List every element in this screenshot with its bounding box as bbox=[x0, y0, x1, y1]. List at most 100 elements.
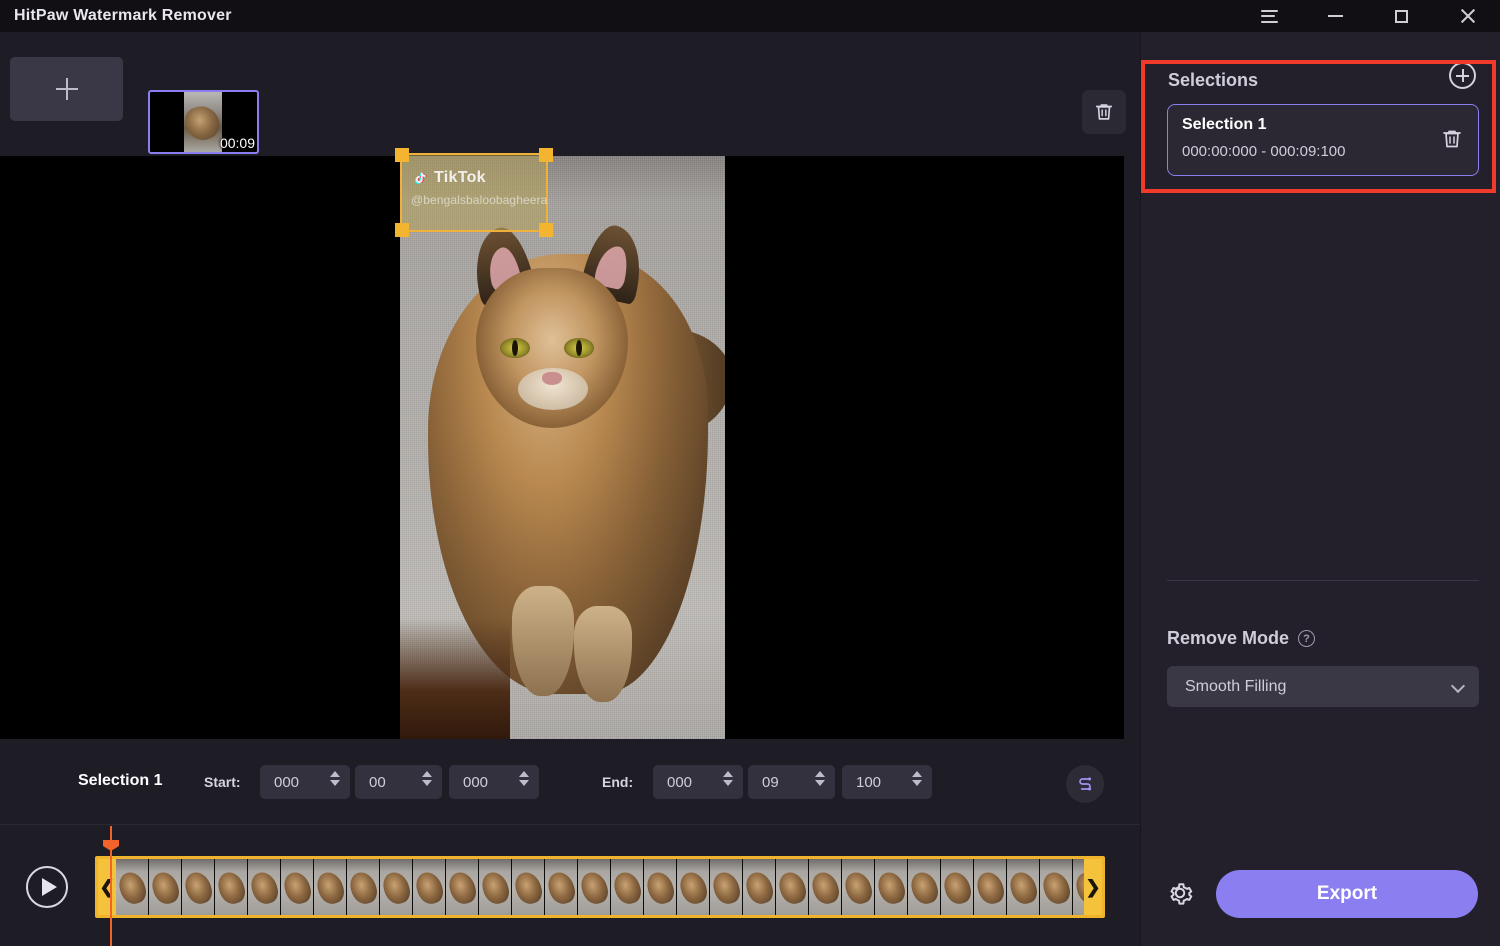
remove-mode-select[interactable]: Smooth Filling bbox=[1167, 666, 1479, 707]
timeline-frame bbox=[776, 859, 809, 915]
timeline-track[interactable]: ❮ ❯ bbox=[95, 856, 1105, 918]
cat-eye-left bbox=[500, 338, 530, 358]
plus-icon bbox=[56, 78, 78, 100]
minimize-button[interactable] bbox=[1302, 0, 1368, 32]
timeline-frame bbox=[710, 859, 743, 915]
selections-title: Selections bbox=[1168, 70, 1258, 91]
resize-handle-top-right[interactable] bbox=[539, 148, 553, 162]
start-minutes-stepper[interactable]: 00 bbox=[355, 765, 442, 799]
plus-icon bbox=[1456, 69, 1469, 82]
selection-controls-bar: Selection 1 Start: End: bbox=[0, 740, 1140, 825]
playhead-knob[interactable] bbox=[103, 840, 119, 851]
end-minutes-stepper[interactable]: 09 bbox=[748, 765, 835, 799]
cat-nose bbox=[542, 372, 562, 385]
timeline-frame bbox=[677, 859, 710, 915]
resize-handle-bottom-left[interactable] bbox=[395, 223, 409, 237]
trim-handle-right[interactable]: ❯ bbox=[1084, 859, 1102, 915]
add-selection-button[interactable] bbox=[1449, 62, 1476, 89]
tiktok-note-icon bbox=[414, 169, 428, 187]
add-clip-button[interactable] bbox=[10, 57, 123, 121]
timeline-frame bbox=[314, 859, 347, 915]
end-ms-value: 100 bbox=[856, 774, 881, 791]
resize-handle-bottom-right[interactable] bbox=[539, 223, 553, 237]
timeline-frame bbox=[347, 859, 380, 915]
remove-mode-label: Remove Mode bbox=[1167, 628, 1289, 649]
end-hours-arrows[interactable] bbox=[723, 771, 733, 786]
panel-divider bbox=[1167, 580, 1479, 581]
title-bar: HitPaw Watermark Remover bbox=[0, 0, 1500, 32]
end-hours-stepper[interactable]: 000 bbox=[653, 765, 743, 799]
timeline-frame bbox=[842, 859, 875, 915]
timeline-frame bbox=[380, 859, 413, 915]
end-minutes-value: 09 bbox=[762, 774, 779, 791]
timeline-frame bbox=[413, 859, 446, 915]
end-time-label: End: bbox=[602, 774, 633, 790]
timeline-frame bbox=[215, 859, 248, 915]
video-preview[interactable] bbox=[0, 156, 1124, 739]
gear-icon bbox=[1165, 878, 1195, 908]
timeline-frame bbox=[644, 859, 677, 915]
tiktok-watermark: TikTok bbox=[414, 169, 486, 187]
menu-icon bbox=[1261, 10, 1278, 23]
clip-thumbnail[interactable]: 00:09 bbox=[148, 90, 259, 154]
start-time-label: Start: bbox=[204, 774, 241, 790]
question-icon[interactable]: ? bbox=[1298, 630, 1315, 647]
end-ms-arrows[interactable] bbox=[912, 771, 922, 786]
end-ms-stepper[interactable]: 100 bbox=[842, 765, 932, 799]
start-ms-arrows[interactable] bbox=[519, 771, 529, 786]
settings-button[interactable] bbox=[1165, 878, 1195, 913]
play-icon bbox=[42, 878, 57, 896]
playhead[interactable] bbox=[110, 826, 112, 946]
start-ms-value: 000 bbox=[463, 774, 488, 791]
loop-playback-button[interactable] bbox=[1066, 765, 1104, 803]
end-hours-value: 000 bbox=[667, 774, 692, 791]
timeline-frame bbox=[248, 859, 281, 915]
timeline-frame bbox=[1073, 859, 1084, 915]
chevron-down-icon bbox=[1451, 679, 1465, 693]
video-floor-shadow bbox=[400, 619, 510, 739]
trash-icon bbox=[1093, 101, 1115, 123]
end-minutes-arrows[interactable] bbox=[815, 771, 825, 786]
start-ms-stepper[interactable]: 000 bbox=[449, 765, 539, 799]
start-minutes-arrows[interactable] bbox=[422, 771, 432, 786]
remove-mode-value: Smooth Filling bbox=[1185, 678, 1286, 696]
start-minutes-value: 00 bbox=[369, 774, 386, 791]
start-hours-arrows[interactable] bbox=[330, 771, 340, 786]
play-button[interactable] bbox=[26, 866, 68, 908]
close-icon bbox=[1459, 8, 1475, 24]
trim-handle-left[interactable]: ❮ bbox=[98, 859, 116, 915]
timeline-frame bbox=[875, 859, 908, 915]
resize-handle-top-left[interactable] bbox=[395, 148, 409, 162]
tiktok-brand-label: TikTok bbox=[434, 169, 486, 187]
maximize-button[interactable] bbox=[1368, 0, 1434, 32]
watermark-selection-box[interactable]: TikTok @bengalsbaloobagheera bbox=[400, 153, 548, 232]
remove-mode-title-row: Remove Mode ? bbox=[1167, 628, 1315, 649]
timeline-frame bbox=[743, 859, 776, 915]
close-button[interactable] bbox=[1434, 0, 1500, 32]
start-hours-value: 000 bbox=[274, 774, 299, 791]
selection-name: Selection 1 bbox=[1182, 116, 1266, 134]
timeline-frame bbox=[512, 859, 545, 915]
loop-icon bbox=[1075, 774, 1095, 794]
timeline-frame bbox=[1007, 859, 1040, 915]
menu-button[interactable] bbox=[1236, 0, 1302, 32]
app-title: HitPaw Watermark Remover bbox=[14, 7, 232, 25]
export-button[interactable]: Export bbox=[1216, 870, 1478, 918]
trash-icon bbox=[1440, 127, 1464, 151]
clip-duration: 00:09 bbox=[217, 135, 257, 152]
timeline-frame bbox=[809, 859, 842, 915]
timeline-frame bbox=[578, 859, 611, 915]
timeline-frame bbox=[545, 859, 578, 915]
timeline-frame bbox=[116, 859, 149, 915]
delete-selection-button[interactable] bbox=[1440, 127, 1464, 156]
timeline-frame bbox=[446, 859, 479, 915]
start-hours-stepper[interactable]: 000 bbox=[260, 765, 350, 799]
timeline-frames[interactable] bbox=[116, 859, 1084, 915]
timeline-bar: ❮ ❯ bbox=[0, 826, 1140, 946]
delete-clip-button[interactable] bbox=[1082, 90, 1126, 134]
selection-list-item[interactable]: Selection 1 000:00:000 - 000:09:100 bbox=[1167, 104, 1479, 176]
app-window: HitPaw Watermark Remover 00:09 bbox=[0, 0, 1500, 946]
maximize-icon bbox=[1395, 10, 1408, 23]
minimize-icon bbox=[1328, 15, 1343, 17]
timeline-frame bbox=[1040, 859, 1073, 915]
